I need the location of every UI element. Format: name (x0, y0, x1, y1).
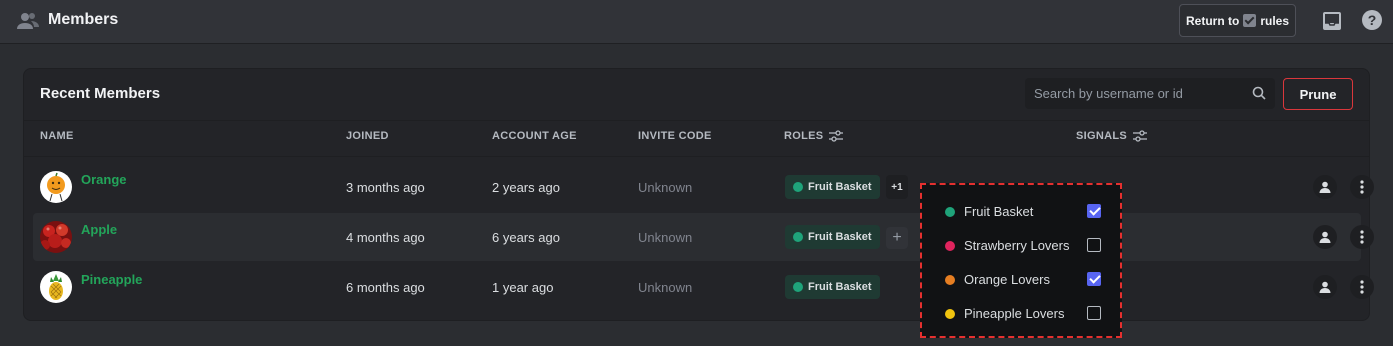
search-placeholder: Search by username or id (1034, 86, 1183, 101)
account-age-value: 6 years ago (492, 230, 560, 245)
dropdown-item-label: Orange Lovers (964, 272, 1050, 287)
table-row[interactable]: Orange 3 months ago 2 years ago Unknown … (33, 163, 1374, 211)
dropdown-item-label: Pineapple Lovers (964, 306, 1065, 321)
dropdown-item-label: Strawberry Lovers (964, 238, 1070, 253)
joined-value: 6 months ago (346, 280, 425, 295)
rules-checkbox-icon (1243, 14, 1257, 27)
role-badge[interactable]: Fruit Basket (785, 175, 880, 199)
dropdown-item-orange-lovers[interactable]: Orange Lovers (922, 263, 1120, 297)
return-to-rules-button[interactable]: Return to rules (1179, 4, 1296, 37)
profile-button[interactable] (1313, 175, 1337, 199)
roles-filter-icon[interactable] (829, 130, 844, 142)
top-bar: Members Return to rules ? (0, 0, 1393, 44)
role-checkbox[interactable] (1087, 306, 1101, 320)
column-header-name: NAME (40, 130, 74, 142)
role-checkbox[interactable] (1087, 238, 1101, 252)
dropdown-item-fruit-basket[interactable]: Fruit Basket (922, 195, 1120, 229)
dropdown-item-pineapple-lovers[interactable]: Pineapple Lovers (922, 297, 1120, 331)
add-role-button[interactable]: + (886, 227, 908, 249)
roles-header-label: ROLES (784, 130, 824, 142)
account-age-value: 1 year ago (492, 280, 554, 295)
user-icon (1319, 281, 1331, 293)
role-badge-label: Fruit Basket (808, 281, 872, 293)
joined-value: 4 months ago (346, 230, 425, 245)
role-color-dot (945, 241, 955, 251)
signals-header-label: SIGNALS (1076, 130, 1127, 142)
signals-filter-icon[interactable] (1133, 130, 1147, 142)
avatar[interactable] (40, 271, 72, 303)
inbox-icon[interactable] (1322, 11, 1342, 31)
rows-divider (24, 156, 1369, 157)
column-header-roles: ROLES (784, 130, 844, 142)
help-icon[interactable]: ? (1362, 10, 1382, 30)
role-checkbox[interactable] (1087, 272, 1101, 286)
role-color-dot (945, 309, 955, 319)
role-badge[interactable]: Fruit Basket (785, 225, 880, 249)
role-color-dot (945, 275, 955, 285)
member-username[interactable]: Apple (81, 222, 117, 237)
member-username[interactable]: Orange (81, 172, 127, 187)
kebab-menu-icon (1360, 180, 1364, 194)
role-color-dot (793, 232, 803, 242)
recent-members-panel: Recent Members Search by username or id … (23, 68, 1374, 321)
search-icon (1252, 86, 1266, 100)
profile-button[interactable] (1313, 225, 1337, 249)
members-icon (17, 13, 39, 29)
avatar[interactable] (40, 221, 72, 253)
member-username[interactable]: Pineapple (81, 272, 142, 287)
role-color-dot (945, 207, 955, 217)
column-header-invite-code: INVITE CODE (638, 130, 712, 142)
role-color-dot (793, 282, 803, 292)
kebab-menu-icon (1360, 280, 1364, 294)
table-row[interactable]: Apple 4 months ago 6 years ago Unknown F… (33, 213, 1374, 261)
invite-code-value: Unknown (638, 280, 693, 295)
return-label-suffix: rules (1260, 13, 1289, 28)
account-age-value: 2 years ago (492, 180, 560, 195)
role-badge[interactable]: Fruit Basket (785, 275, 880, 299)
column-header-signals: SIGNALS (1076, 130, 1147, 142)
panel-title: Recent Members (40, 85, 161, 102)
joined-value: 3 months ago (346, 180, 425, 195)
role-badge-label: Fruit Basket (808, 181, 872, 193)
role-badge-label: Fruit Basket (808, 231, 872, 243)
avatar[interactable] (40, 171, 72, 203)
column-header-account-age: ACCOUNT AGE (492, 130, 577, 142)
user-icon (1319, 231, 1331, 243)
more-roles-badge[interactable]: +1 (886, 175, 908, 199)
column-header-joined: JOINED (346, 130, 389, 142)
more-options-button[interactable] (1350, 225, 1374, 249)
more-options-button[interactable] (1350, 175, 1374, 199)
table-row[interactable]: Pineapple 6 months ago 1 year ago Unknow… (33, 263, 1374, 311)
pineapple-avatar-icon (40, 271, 72, 303)
more-options-button[interactable] (1350, 275, 1374, 299)
invite-code-value: Unknown (638, 180, 693, 195)
header-divider (24, 120, 1369, 121)
search-input[interactable]: Search by username or id (1025, 78, 1275, 109)
dropdown-item-label: Fruit Basket (964, 204, 1034, 219)
kebab-menu-icon (1360, 230, 1364, 244)
prune-button[interactable]: Prune (1283, 78, 1353, 110)
page-title: Members (48, 11, 119, 28)
profile-button[interactable] (1313, 275, 1337, 299)
role-checkbox[interactable] (1087, 204, 1101, 218)
orange-avatar-icon (40, 171, 72, 203)
role-color-dot (793, 182, 803, 192)
invite-code-value: Unknown (638, 230, 693, 245)
return-label-prefix: Return to (1185, 13, 1240, 28)
dropdown-item-strawberry-lovers[interactable]: Strawberry Lovers (922, 229, 1120, 263)
role-select-dropdown[interactable]: Fruit Basket Strawberry Lovers Orange Lo… (920, 183, 1122, 338)
apple-avatar-icon (40, 221, 72, 253)
user-icon (1319, 181, 1331, 193)
